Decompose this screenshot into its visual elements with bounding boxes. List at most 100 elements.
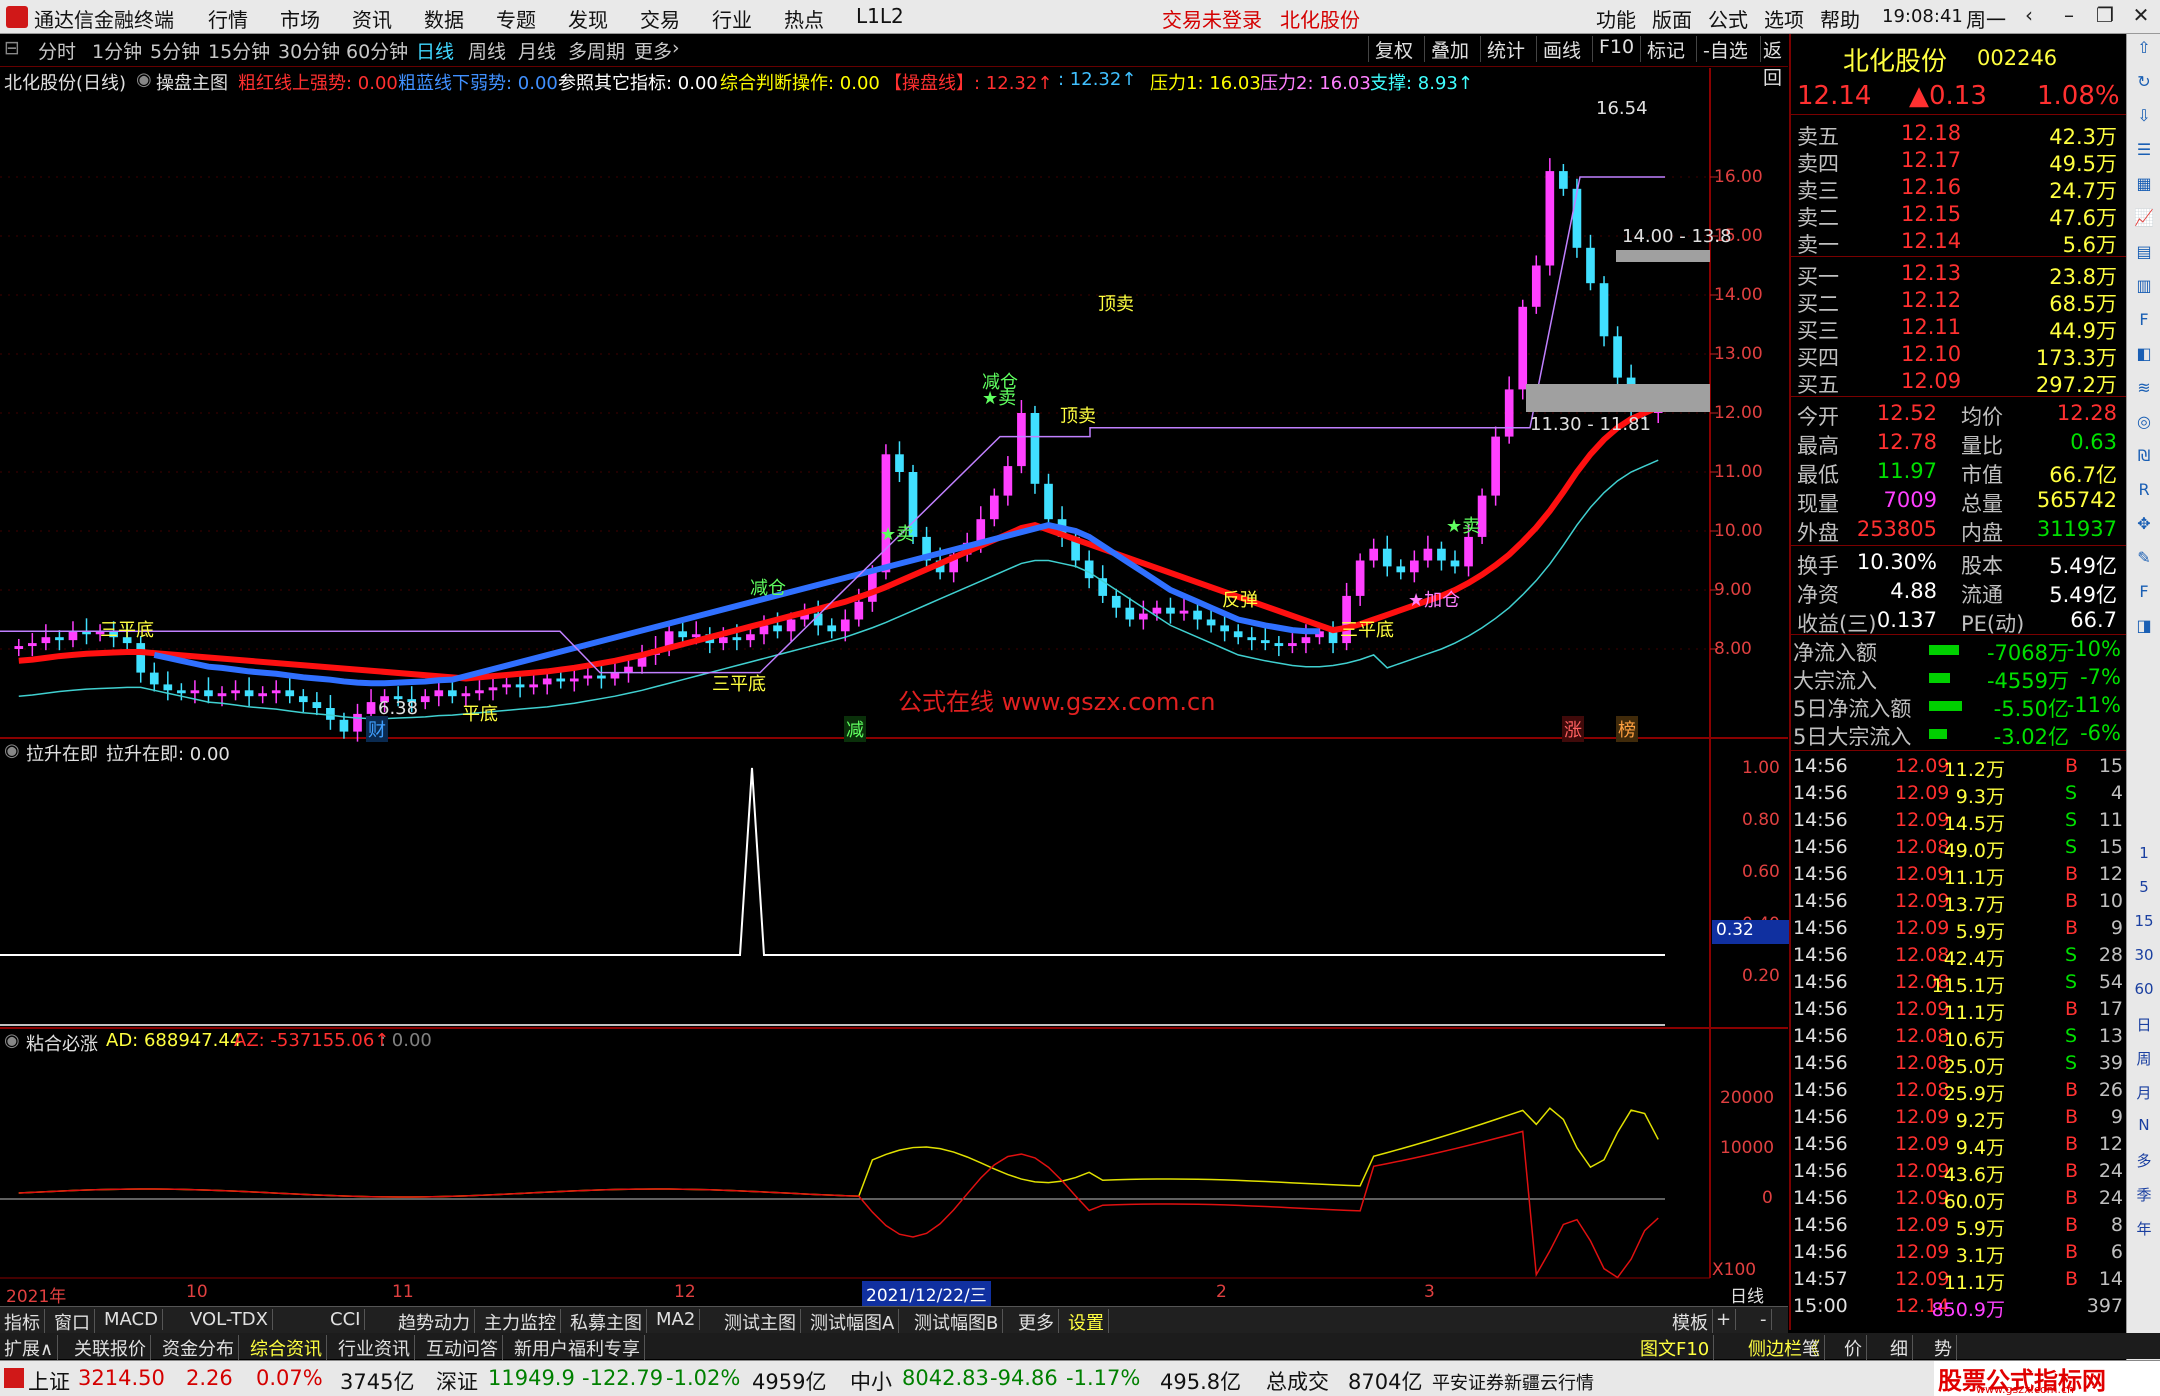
remove-fav-button[interactable]: -自选 [1696, 36, 1754, 62]
indicator-tab[interactable]: 测试幅图B [910, 1309, 1004, 1335]
extension-tab[interactable]: 行业资讯 [334, 1335, 415, 1361]
sh-label[interactable]: 上证 [28, 1366, 70, 1396]
sidebar-period[interactable]: 月 [2132, 1082, 2156, 1106]
restore-icon[interactable]: ❐ [2090, 3, 2120, 29]
indicator-tab[interactable]: 更多 [1014, 1309, 1059, 1335]
flow-row[interactable]: 净流入额 -7068万 -10% [1791, 636, 2127, 665]
sz-label[interactable]: 深证 [436, 1366, 478, 1396]
sidebar-period[interactable]: 多 [2132, 1150, 2156, 1174]
extension-tab[interactable]: 资金分布 [158, 1335, 239, 1361]
flow-icon[interactable]: ≋ [2132, 378, 2156, 402]
fin-icon[interactable]: F [2132, 310, 2156, 334]
table-icon[interactable]: ▦ [2132, 174, 2156, 198]
menu-quotes[interactable]: 行情 [208, 4, 248, 33]
period-intraday[interactable]: 分时 [38, 37, 76, 64]
indicator-tab[interactable]: 窗口 [50, 1309, 95, 1335]
rsi-icon[interactable]: R [2132, 480, 2156, 504]
extension-tab-right[interactable]: 势 [1930, 1335, 1957, 1361]
flow-row[interactable]: 5日净流入额 -5.50亿 -11% [1791, 692, 2127, 721]
indicator-tab[interactable]: 测试主图 [720, 1309, 801, 1335]
menu-news[interactable]: 资讯 [352, 4, 392, 33]
bid-row[interactable]: 买五 12.09 297.2万 [1791, 368, 2127, 397]
stats-button[interactable]: 统计 [1480, 36, 1531, 62]
extension-tab[interactable]: 综合资讯 [246, 1335, 327, 1361]
deal-icon[interactable]: ₪ [2132, 446, 2156, 470]
indicator-tab[interactable]: 私募主图 [566, 1309, 647, 1335]
refresh-icon[interactable]: ↻ [2132, 72, 2156, 96]
period-daily[interactable]: 日线 [416, 37, 454, 64]
sub1-title[interactable]: 拉升在即 [26, 740, 98, 766]
chart-icon[interactable]: 📈 [2132, 208, 2156, 232]
f10-button[interactable]: F10 [1592, 36, 1640, 62]
extension-tab[interactable]: 新用户福利专享 [510, 1335, 645, 1361]
minimize-icon[interactable]: – [2054, 3, 2084, 29]
sub2-menu-icon[interactable]: ◉ [4, 1030, 20, 1051]
ask-row[interactable]: 卖三 12.16 24.7万 [1791, 174, 2127, 203]
down-icon[interactable]: ⇩ [2132, 106, 2156, 130]
ask-row[interactable]: 卖五 12.18 42.3万 [1791, 120, 2127, 149]
fs-icon[interactable]: F [2132, 582, 2156, 606]
indicator-tab[interactable]: MACD [100, 1309, 163, 1330]
tab-control[interactable]: 模板 [1668, 1309, 1713, 1335]
menu-discover[interactable]: 发现 [568, 4, 608, 33]
indicator-tab[interactable]: MA2 [652, 1309, 701, 1330]
event-badge[interactable]: 榜 [1616, 716, 1638, 742]
tab-control[interactable]: - [1756, 1309, 1772, 1330]
menu-formula[interactable]: 公式 [1708, 4, 1748, 33]
sidebar-period[interactable]: 周 [2132, 1048, 2156, 1072]
indicator-tab[interactable]: 指标 [0, 1309, 45, 1335]
period-5min[interactable]: 5分钟 [150, 37, 200, 64]
extension-tab[interactable]: 扩展∧ [0, 1335, 59, 1361]
period-30min[interactable]: 30分钟 [278, 37, 340, 64]
fund-icon[interactable]: ◧ [2132, 344, 2156, 368]
period-1min[interactable]: 1分钟 [92, 37, 142, 64]
login-status[interactable]: 交易未登录 [1162, 4, 1262, 33]
ask-row[interactable]: 卖一 12.14 5.6万 [1791, 228, 2127, 257]
grid-icon[interactable]: ▤ [2132, 242, 2156, 266]
sidebar-period[interactable]: 5 [2132, 878, 2156, 902]
extension-tab-right[interactable]: 图文F10 [1636, 1335, 1715, 1361]
extension-tab-right[interactable]: 价 [1840, 1335, 1867, 1361]
bid-row[interactable]: 买一 12.13 23.8万 [1791, 260, 2127, 289]
extension-tab[interactable]: 关联报价 [70, 1335, 151, 1361]
menu-layout[interactable]: 版面 [1652, 4, 1692, 33]
collapse-icon[interactable]: ⊟ [4, 37, 20, 59]
sidebar-period[interactable]: 15 [2132, 912, 2156, 936]
indicator-tab[interactable]: 测试幅图A [806, 1309, 900, 1335]
sidebar-period[interactable]: 60 [2132, 980, 2156, 1004]
indicator-tab[interactable]: 主力监控 [480, 1309, 561, 1335]
event-badge[interactable]: 财 [366, 716, 388, 742]
pen-icon[interactable]: ✎ [2132, 548, 2156, 572]
circle-icon[interactable]: ◎ [2132, 412, 2156, 436]
move-icon[interactable]: ✥ [2132, 514, 2156, 538]
event-badge[interactable]: 减 [844, 716, 866, 742]
ask-row[interactable]: 卖二 12.15 47.6万 [1791, 201, 2127, 230]
menu-data[interactable]: 数据 [424, 4, 464, 33]
extension-tab-right[interactable]: 细 [1886, 1335, 1913, 1361]
menu-options[interactable]: 选项 [1764, 4, 1804, 33]
draw-button[interactable]: 画线 [1536, 36, 1587, 62]
menu-topics[interactable]: 专题 [496, 4, 536, 33]
indicator-tab[interactable]: 趋势动力 [394, 1309, 475, 1335]
period-monthly[interactable]: 月线 [518, 37, 556, 64]
indicator-tab[interactable]: 设置 [1064, 1309, 1109, 1335]
menu-function[interactable]: 功能 [1596, 4, 1636, 33]
chart-area[interactable]: 北化股份(日线) ◉ 操盘主图 粗红线上强势: 0.00 粗蓝线下弱势: 0.0… [0, 68, 1790, 1307]
mark-button[interactable]: 标记 [1640, 36, 1691, 62]
chevron-right-icon[interactable]: › [672, 37, 680, 59]
ask-row[interactable]: 卖四 12.17 49.5万 [1791, 147, 2127, 176]
menu-trade[interactable]: 交易 [640, 4, 680, 33]
sidebar-period[interactable]: N [2132, 1116, 2156, 1140]
period-weekly[interactable]: 周线 [468, 37, 506, 64]
compare-icon[interactable]: ◨ [2132, 616, 2156, 640]
period-multi[interactable]: 多周期 [568, 37, 625, 64]
flow-row[interactable]: 5日大宗流入 -3.02亿 -6% [1791, 720, 2127, 749]
period-more[interactable]: 更多 [634, 37, 672, 64]
sidebar-period[interactable]: 季 [2132, 1184, 2156, 1208]
sidebar-period[interactable]: 30 [2132, 946, 2156, 970]
sidebar-period[interactable]: 日 [2132, 1014, 2156, 1038]
up-icon[interactable]: ⇧ [2132, 38, 2156, 62]
sub2-title[interactable]: 粘合必涨 [26, 1030, 98, 1056]
adjust-button[interactable]: 复权 [1368, 36, 1419, 62]
bid-row[interactable]: 买二 12.12 68.5万 [1791, 287, 2127, 316]
